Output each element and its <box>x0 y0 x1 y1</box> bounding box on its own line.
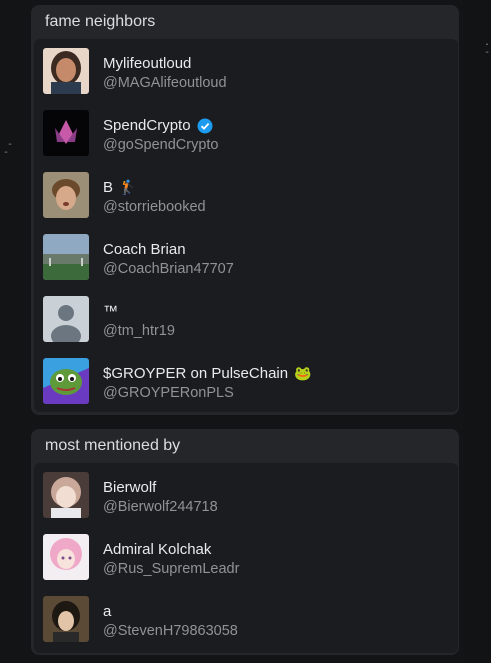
most-mentioned-by-title: most mentioned by <box>45 437 181 454</box>
list-item[interactable]: a @StevenH79863058 <box>34 590 458 652</box>
user-handle[interactable]: @Bierwolf244718 <box>103 499 218 515</box>
list-item[interactable]: Bierwolf @Bierwolf244718 <box>34 466 458 528</box>
avatar[interactable] <box>43 48 89 94</box>
most-mentioned-by-panel: most mentioned by Bierwolf @Bierwolf2447… <box>31 429 459 655</box>
user-name[interactable]: B 🏌 <box>103 179 136 196</box>
avatar[interactable] <box>43 234 89 280</box>
list-item[interactable]: Admiral Kolchak @Rus_SupremLeadr <box>34 528 458 590</box>
fame-neighbors-panel: fame neighbors Mylifeoutloud @MAGAlifeou… <box>31 5 459 415</box>
list-item[interactable]: Coach Brian @CoachBrian47707 <box>34 228 458 290</box>
avatar[interactable] <box>43 358 89 404</box>
frog-emoji-icon: 🐸 <box>294 365 312 382</box>
avatar[interactable] <box>43 596 89 642</box>
user-name[interactable]: $GROYPER on PulseChain 🐸 <box>103 365 312 382</box>
user-name[interactable]: Mylifeoutloud <box>103 55 191 72</box>
avatar[interactable] <box>43 534 89 580</box>
user-name[interactable]: SpendCrypto <box>103 117 213 134</box>
user-name[interactable]: a <box>103 603 111 620</box>
verified-badge-icon <box>197 118 213 133</box>
user-handle[interactable]: @CoachBrian47707 <box>103 261 234 277</box>
user-handle[interactable]: @MAGAlifeoutloud <box>103 75 227 91</box>
most-mentioned-by-list: Bierwolf @Bierwolf244718 Admiral Kolchak… <box>34 463 458 653</box>
user-handle[interactable]: @Rus_SupremLeadr <box>103 561 239 577</box>
list-item[interactable]: Mylifeoutloud @MAGAlifeoutloud <box>34 42 458 104</box>
avatar[interactable] <box>43 472 89 518</box>
user-handle[interactable]: @storriebooked <box>103 199 206 215</box>
user-handle[interactable]: @goSpendCrypto <box>103 137 218 153</box>
user-name[interactable]: ™ <box>103 303 118 320</box>
avatar[interactable] <box>43 110 89 156</box>
user-handle[interactable]: @GROYPERonPLS <box>103 385 234 401</box>
gutter-mark-left-2: - <box>3 147 10 158</box>
user-name[interactable]: Bierwolf <box>103 479 156 496</box>
list-item[interactable]: SpendCrypto @goSpendCrypto <box>34 104 458 166</box>
golfer-emoji-icon: 🏌 <box>119 179 137 196</box>
left-gutter <box>0 0 20 663</box>
user-name[interactable]: Admiral Kolchak <box>103 541 211 558</box>
fame-neighbors-list: Mylifeoutloud @MAGAlifeoutloud SpendCryp… <box>34 39 458 412</box>
avatar[interactable] <box>43 172 89 218</box>
right-gutter <box>463 0 491 663</box>
list-item[interactable]: ™ @tm_htr19 <box>34 290 458 352</box>
user-handle[interactable]: @StevenH79863058 <box>103 623 238 639</box>
list-item[interactable]: $GROYPER on PulseChain 🐸 @GROYPERonPLS <box>34 352 458 414</box>
gutter-mark-right-2: - <box>484 47 491 58</box>
fame-neighbors-title: fame neighbors <box>45 13 156 30</box>
user-name[interactable]: Coach Brian <box>103 241 186 258</box>
list-item[interactable]: B 🏌 @storriebooked <box>34 166 458 228</box>
avatar[interactable] <box>43 296 89 342</box>
user-handle[interactable]: @tm_htr19 <box>103 323 175 339</box>
